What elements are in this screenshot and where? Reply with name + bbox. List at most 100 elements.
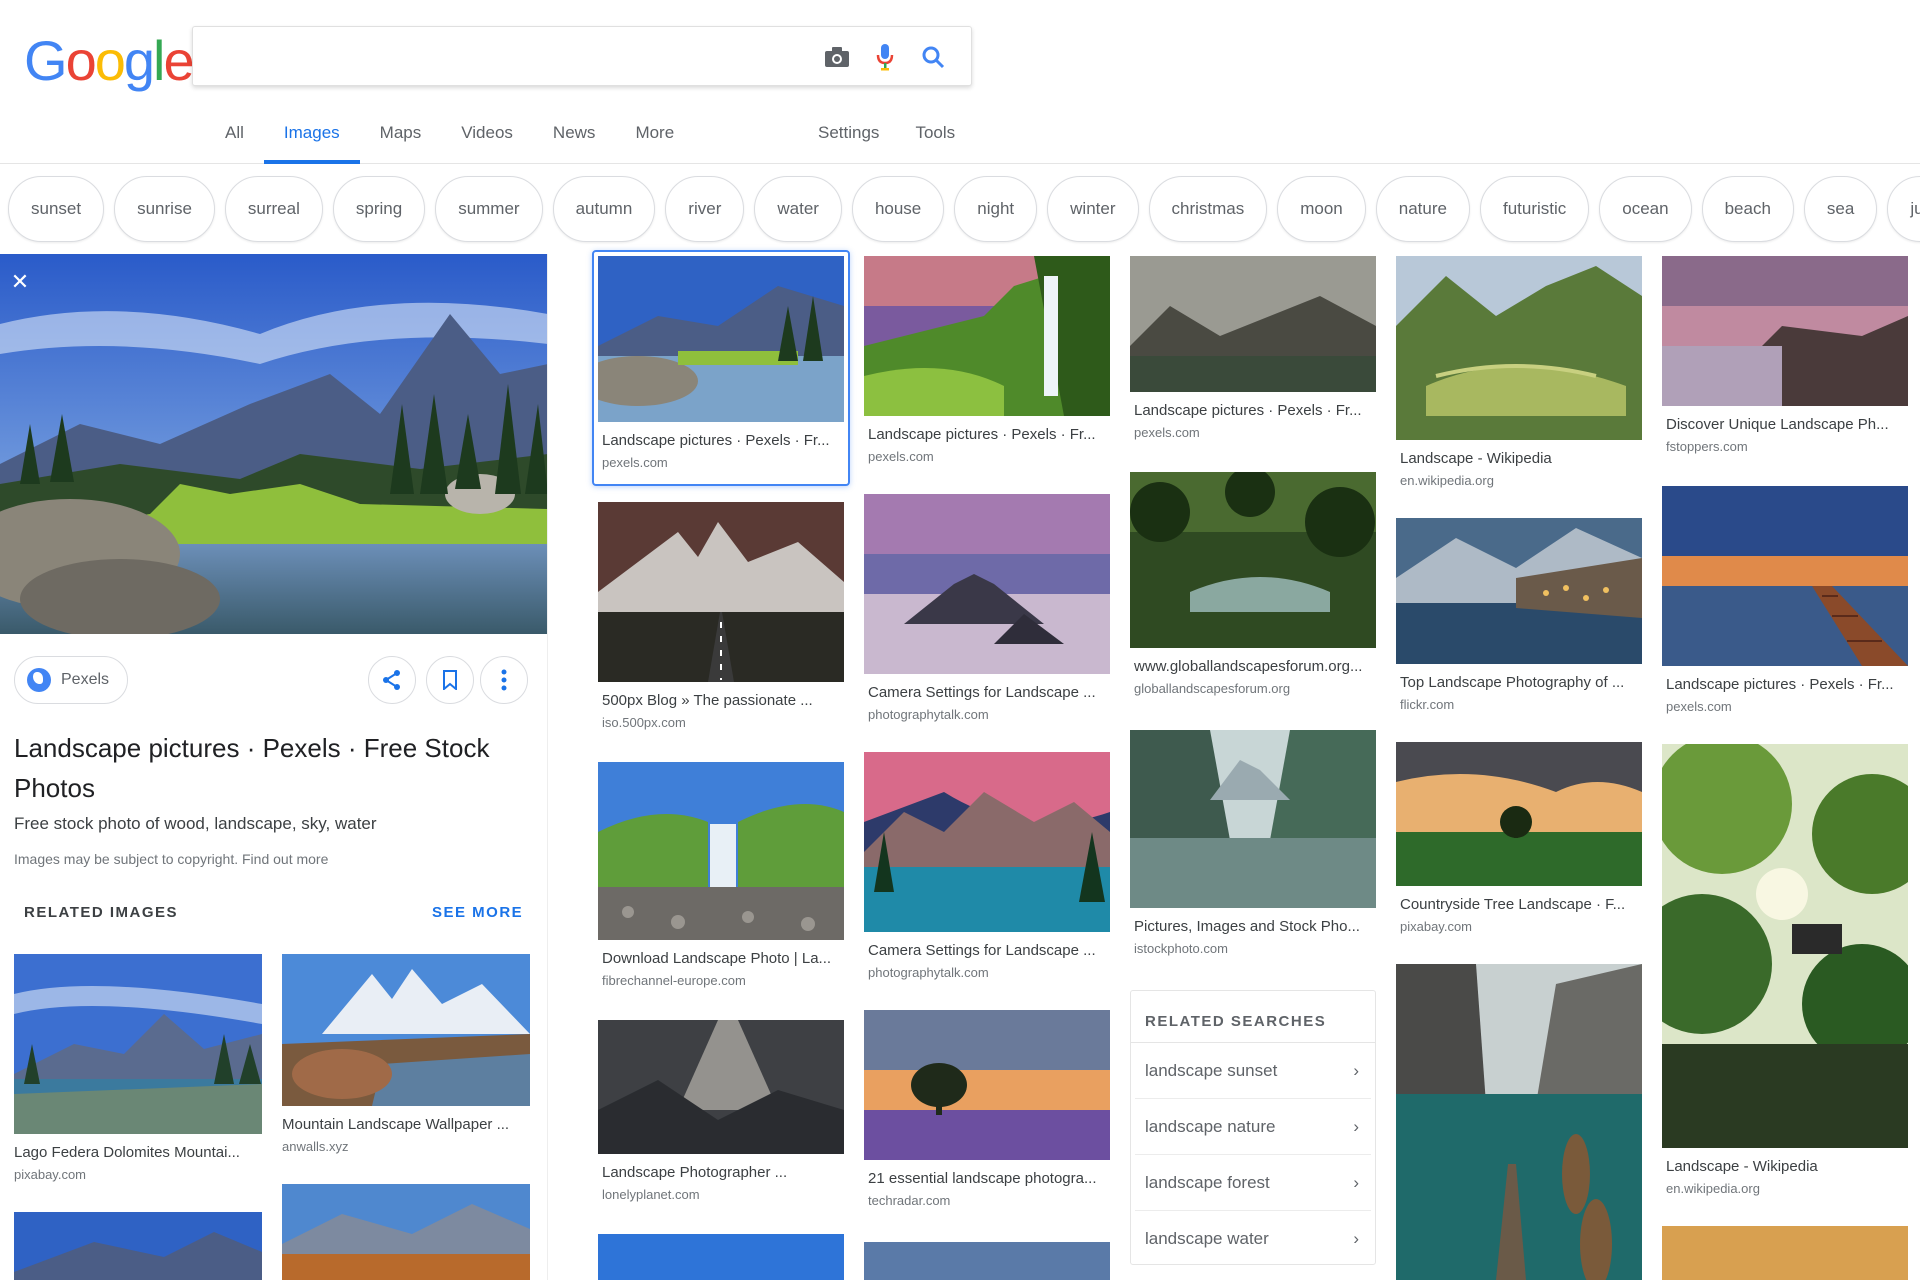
chip-moon[interactable]: moon [1277,176,1366,242]
related-searches: RELATED SEARCHES landscape sunset › lands… [1130,990,1376,1265]
chip-beach[interactable]: beach [1701,176,1794,242]
search-input[interactable] [209,41,809,73]
related-search-label: landscape nature [1145,1116,1276,1136]
image-result[interactable]: Landscape - Wikipedia en.wikipedia.org [1396,256,1642,488]
image-result[interactable]: Landscape pictures · Pexels · Fr... pexel… [1130,256,1376,440]
image-title: Discover Unique Landscape Ph... [1666,416,1889,433]
search-icon[interactable] [917,41,949,73]
tab-more[interactable]: More [615,118,694,164]
chip-sea[interactable]: sea [1803,176,1878,242]
image-result[interactable]: Top Landscape Photography of ... flickr.c… [1396,518,1642,712]
image-site: iso.500px.com [602,715,686,730]
image-result[interactable] [1662,1226,1908,1280]
camera-icon[interactable] [821,41,853,73]
image-site: lonelyplanet.com [602,1187,700,1202]
save-button[interactable] [426,656,474,704]
image-result[interactable] [1396,964,1642,1280]
image-result[interactable]: 500px Blog » The passionate ... iso.500px… [598,502,844,730]
chip-sunrise[interactable]: sunrise [114,176,215,242]
more-options-button[interactable] [480,656,528,704]
related-searches-heading: RELATED SEARCHES [1131,991,1375,1043]
image-result[interactable] [598,1234,844,1280]
related-search-label: landscape water [1145,1229,1269,1248]
image-result[interactable]: Landscape Photographer ... lonelyplanet.c… [598,1020,844,1202]
image-title: www.globallandscapesforum.org... [1134,658,1363,675]
image-site: techradar.com [868,1193,951,1208]
source-chip[interactable]: Pexels [14,656,129,704]
google-logo[interactable]: Google [24,28,195,93]
related-images-heading: RELATED IMAGES [24,904,179,921]
chip-river[interactable]: river [665,176,745,242]
chevron-right-icon: › [1353,1060,1359,1080]
tab-maps[interactable]: Maps [360,118,442,164]
image-result[interactable]: Landscape pictures · Pexels · Fr... pexel… [598,256,844,470]
chevron-right-icon: › [1353,1116,1359,1136]
chip-christmas[interactable]: christmas [1148,176,1268,242]
chip-sunset[interactable]: sunset [8,176,105,242]
tab-all[interactable]: All [205,118,264,164]
image-result[interactable]: Pictures, Images and Stock Pho... istockp… [1130,730,1376,956]
chip-spring[interactable]: spring [332,176,426,242]
image-site: en.wikipedia.org [1400,473,1494,488]
chip-night[interactable]: night [954,176,1038,242]
related-search-item[interactable]: landscape sunset › [1135,1043,1371,1099]
related-image-card[interactable] [282,1184,530,1280]
image-result[interactable]: Discover Unique Landscape Ph... fstoppers… [1662,256,1908,454]
related-search-item[interactable]: landscape forest › [1135,1155,1371,1211]
microphone-icon[interactable] [869,41,901,73]
image-result[interactable]: Camera Settings for Landscape ... photogr… [864,752,1110,980]
image-title: Landscape pictures · Pexels · Fr... [602,432,830,449]
more-vert-icon [501,669,507,691]
image-result[interactable]: www.globallandscapesforum.org... globalla… [1130,472,1376,696]
logo-letter: e [163,29,194,92]
image-result[interactable]: Countryside Tree Landscape · F... pixabay… [1396,742,1642,934]
share-button[interactable] [368,656,416,704]
image-site: pixabay.com [1400,919,1473,934]
related-search-item[interactable]: landscape nature › [1135,1099,1371,1155]
tools-link[interactable]: Tools [897,118,973,164]
image-site: pexels.com [868,449,934,464]
image-result[interactable]: Download Landscape Photo | La... fibrecha… [598,762,844,988]
share-icon [383,670,400,690]
preview-image[interactable]: ✕ [0,254,547,634]
image-result[interactable]: Landscape pictures · Pexels · Fr... pexel… [864,256,1110,464]
image-title: Landscape - Wikipedia [1666,1158,1818,1175]
preview-description: Free stock photo of wood, landscape, sky… [14,814,377,833]
tab-videos[interactable]: Videos [441,118,533,164]
chip-surreal[interactable]: surreal [224,176,323,242]
chip-jungle[interactable]: jungle [1887,176,1920,242]
find-out-more-link[interactable]: Find out more [242,851,328,867]
related-image-card[interactable]: Mountain Landscape Wallpaper ... anwalls… [282,954,530,1154]
preview-title[interactable]: Landscape pictures · Pexels · Free Stock… [14,728,514,808]
image-title: Camera Settings for Landscape ... [868,684,1096,701]
related-image-title: Mountain Landscape Wallpaper ... [282,1116,510,1133]
close-icon[interactable]: ✕ [8,270,32,294]
image-site: photographytalk.com [868,707,989,722]
chevron-right-icon: › [1353,1229,1359,1248]
chip-water[interactable]: water [754,176,842,242]
image-site: flickr.com [1400,697,1455,712]
chip-ocean[interactable]: ocean [1599,176,1692,242]
image-result[interactable]: 21 essential landscape photogra... techra… [864,1010,1110,1208]
chip-nature[interactable]: nature [1375,176,1470,242]
chip-house[interactable]: house [851,176,945,242]
chip-winter[interactable]: winter [1047,176,1139,242]
image-site: fibrechannel-europe.com [602,973,746,988]
see-more-link[interactable]: SEE MORE [432,904,523,921]
image-result[interactable] [864,1242,1110,1280]
related-search-item[interactable]: landscape water › [1135,1211,1371,1267]
related-image-card[interactable]: Lago Federa Dolomites Mountai... pixabay… [14,954,262,1182]
chip-summer[interactable]: summer [435,176,543,242]
globe-icon [27,668,51,692]
chip-futuristic[interactable]: futuristic [1479,176,1590,242]
chip-autumn[interactable]: autumn [552,176,656,242]
logo-letter: o [94,29,126,92]
related-image-card[interactable] [14,1212,262,1280]
image-result[interactable]: Camera Settings for Landscape ... photogr… [864,494,1110,722]
image-result[interactable]: Landscape pictures · Pexels · Fr... pexel… [1662,486,1908,714]
tab-images[interactable]: Images [263,118,360,164]
image-result[interactable]: Landscape - Wikipedia en.wikipedia.org [1662,744,1908,1196]
image-title: Camera Settings for Landscape ... [868,942,1096,959]
settings-link[interactable]: Settings [800,118,897,164]
tab-news[interactable]: News [533,118,616,164]
